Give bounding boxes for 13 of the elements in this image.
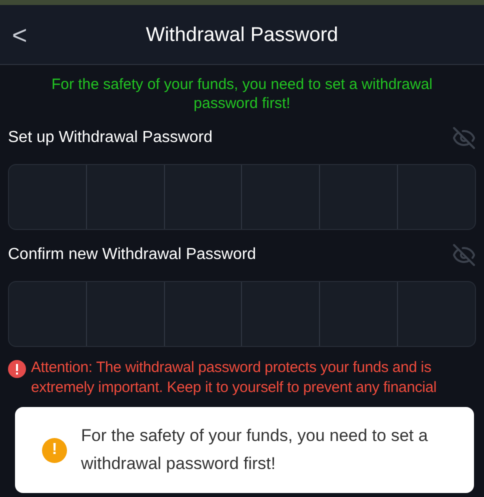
password-input[interactable] (8, 164, 476, 230)
password-input[interactable] (8, 281, 476, 347)
warning-icon (8, 360, 26, 378)
field-label: Confirm new Withdrawal Password (8, 245, 256, 265)
eye-slash-icon[interactable] (452, 126, 476, 150)
back-button[interactable]: < (8, 22, 32, 48)
field-label: Set up Withdrawal Password (8, 128, 213, 148)
eye-slash-icon[interactable] (452, 243, 476, 267)
attention-text: Attention: The withdrawal password protects your funds and is extremely important. Keep it to yourself to prevent any financial (31, 358, 438, 398)
safety-notice: For the safety of your funds, you need to set a withdrawal password first! (50, 75, 434, 113)
toast-message: For the safety of your funds, you need to set a withdrawal password first! (81, 425, 429, 475)
page-title: Withdrawal Password (146, 22, 338, 48)
toast-icon: ! (42, 438, 67, 462)
